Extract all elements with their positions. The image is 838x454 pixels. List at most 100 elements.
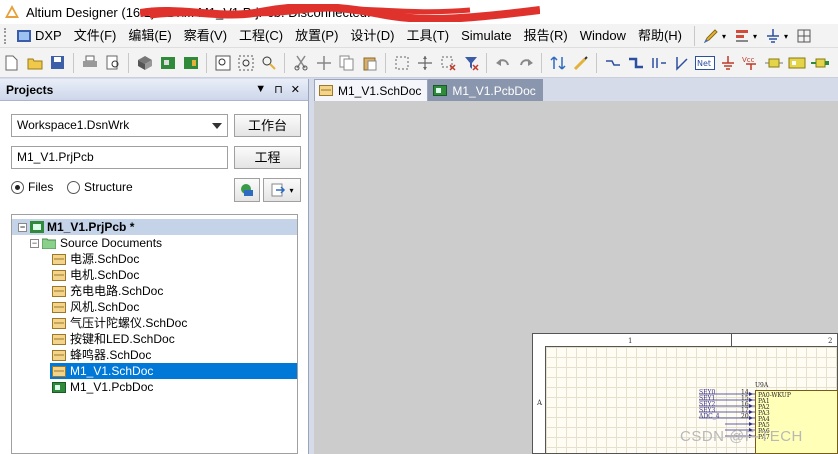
- schdoc-icon: [52, 301, 66, 313]
- files-radio[interactable]: Files: [11, 180, 53, 194]
- deselect-icon[interactable]: [437, 52, 458, 73]
- sheet-column-label: 2: [828, 337, 833, 345]
- tree-folder-row[interactable]: − Source Documents: [12, 235, 162, 251]
- place-part-icon[interactable]: [763, 52, 784, 73]
- tree-doc-row[interactable]: 蜂鸣器.SchDoc: [12, 347, 151, 363]
- zoom-selected-icon[interactable]: [258, 52, 279, 73]
- sheet-entry-icon[interactable]: [809, 52, 830, 73]
- panel-menu-icon[interactable]: ▼: [255, 83, 266, 96]
- close-icon[interactable]: ✕: [291, 83, 300, 96]
- library-icon[interactable]: [180, 52, 201, 73]
- toolbar-separator: [596, 52, 597, 73]
- menu-help[interactable]: 帮助(H): [634, 25, 690, 47]
- tab-schdoc[interactable]: M1_V1.SchDoc: [314, 79, 429, 101]
- schdoc-icon: [319, 85, 333, 96]
- tree-doc-row[interactable]: 按键和LED.SchDoc: [12, 331, 175, 347]
- files-radio-label: Files: [28, 180, 54, 194]
- pcb-icon[interactable]: [157, 52, 178, 73]
- bus-entry-icon[interactable]: [671, 52, 692, 73]
- menu-window[interactable]: Window: [576, 25, 634, 47]
- tree-doc-row[interactable]: 电源.SchDoc: [12, 251, 139, 267]
- tab-label: M1_V1.SchDoc: [338, 83, 422, 98]
- sheet-row-label: A: [537, 399, 543, 407]
- collapse-icon[interactable]: −: [30, 238, 39, 248]
- workspace-button[interactable]: 工作台: [234, 114, 301, 137]
- menu-edit[interactable]: 编辑(E): [124, 25, 179, 47]
- tree-doc-row[interactable]: M1_V1.PcbDoc: [12, 379, 153, 395]
- signal-harness-icon[interactable]: [648, 52, 669, 73]
- copy-icon[interactable]: [336, 52, 357, 73]
- dropdown-arrow-icon[interactable]: ▾: [753, 32, 757, 41]
- menu-project[interactable]: 工程(C): [235, 25, 291, 47]
- zoom-area-icon[interactable]: [235, 52, 256, 73]
- menu-tools[interactable]: 工具(T): [402, 25, 457, 47]
- select-area-icon[interactable]: [391, 52, 412, 73]
- vcc-port-icon[interactable]: Vcc: [740, 52, 761, 73]
- save-icon[interactable]: [47, 52, 68, 73]
- menu-design[interactable]: 设计(D): [346, 25, 402, 47]
- project-button[interactable]: 工程: [234, 146, 301, 169]
- structure-radio[interactable]: Structure: [67, 180, 133, 194]
- menu-reports[interactable]: 报告(R): [520, 25, 576, 47]
- project-value: M1_V1.PrjPcb: [17, 150, 94, 164]
- tool-grid-icon[interactable]: [793, 26, 814, 47]
- undo-icon[interactable]: [492, 52, 513, 73]
- workspace-value: Workspace1.DsnWrk: [17, 118, 130, 132]
- menu-file[interactable]: 文件(F): [70, 25, 125, 47]
- dropdown-arrow-icon[interactable]: ▾: [784, 32, 788, 41]
- project-options-button[interactable]: ▾: [263, 178, 301, 202]
- pcbdoc-icon: [52, 381, 66, 393]
- collapse-icon[interactable]: −: [18, 222, 27, 232]
- menu-bar: DXP 文件(F) 编辑(E) 察看(V) 工程(C) 放置(P) 设计(D) …: [0, 24, 838, 48]
- net-label-icon[interactable]: Net: [694, 52, 715, 73]
- open-folder-icon[interactable]: [24, 52, 45, 73]
- tree-doc-row[interactable]: 电机.SchDoc: [12, 267, 139, 283]
- new-file-icon[interactable]: [1, 52, 22, 73]
- menu-place[interactable]: 放置(P): [291, 25, 346, 47]
- chip-ref-label: U9A: [755, 382, 769, 389]
- gnd-port-icon[interactable]: [717, 52, 738, 73]
- pin-icon[interactable]: ⊓: [274, 83, 283, 96]
- project-field[interactable]: M1_V1.PrjPcb: [11, 146, 228, 169]
- sheet-column-label: 1: [628, 337, 633, 345]
- clear-filter-icon[interactable]: [460, 52, 481, 73]
- dropdown-arrow-icon[interactable]: ▾: [722, 32, 726, 41]
- redo-icon[interactable]: [515, 52, 536, 73]
- sheet-symbol-icon[interactable]: [786, 52, 807, 73]
- tree-doc-row-selected[interactable]: M1_V1.SchDoc: [50, 363, 297, 379]
- toolbar-separator: [694, 26, 695, 46]
- menu-view[interactable]: 察看(V): [180, 25, 235, 47]
- menubar-grip[interactable]: [4, 27, 8, 44]
- doc-label: M1_V1.PcbDoc: [70, 380, 154, 394]
- paste-icon[interactable]: [359, 52, 380, 73]
- tool-pencil-icon[interactable]: [700, 26, 721, 47]
- cross-probe-icon[interactable]: [570, 52, 591, 73]
- move-icon[interactable]: [313, 52, 334, 73]
- zoom-fit-icon[interactable]: [212, 52, 233, 73]
- tool-align-icon[interactable]: [731, 26, 752, 47]
- menu-simulate[interactable]: Simulate: [457, 25, 520, 47]
- bus-icon[interactable]: [625, 52, 646, 73]
- tab-pcbdoc[interactable]: M1_V1.PcbDoc: [428, 79, 543, 101]
- hierarchy-icon[interactable]: [547, 52, 568, 73]
- workspace-select[interactable]: Workspace1.DsnWrk: [11, 114, 228, 137]
- doc-label: 风机.SchDoc: [70, 300, 140, 314]
- tool-ground-icon[interactable]: [762, 26, 783, 47]
- cut-icon[interactable]: [290, 52, 311, 73]
- menu-dxp[interactable]: DXP: [12, 25, 70, 47]
- print-preview-icon[interactable]: [102, 52, 123, 73]
- watermark: CSDN @F-TECH: [680, 428, 803, 445]
- toolbar-separator: [128, 52, 129, 73]
- wire-icon[interactable]: [602, 52, 623, 73]
- doc-label: 蜂鸣器.SchDoc: [70, 348, 152, 362]
- schdoc-icon: [52, 285, 66, 297]
- tree-doc-row[interactable]: 充电电路.SchDoc: [12, 283, 163, 299]
- tree-project-row[interactable]: − M1_V1.PrjPcb *: [12, 219, 297, 235]
- tree-doc-row[interactable]: 风机.SchDoc: [12, 299, 139, 315]
- move-selection-icon[interactable]: [414, 52, 435, 73]
- component-icon[interactable]: [134, 52, 155, 73]
- tree-doc-row[interactable]: 气压计陀螺仪.SchDoc: [12, 315, 187, 331]
- workspace-options-button[interactable]: [234, 178, 260, 202]
- svg-text:Vcc: Vcc: [742, 56, 755, 64]
- print-icon[interactable]: [79, 52, 100, 73]
